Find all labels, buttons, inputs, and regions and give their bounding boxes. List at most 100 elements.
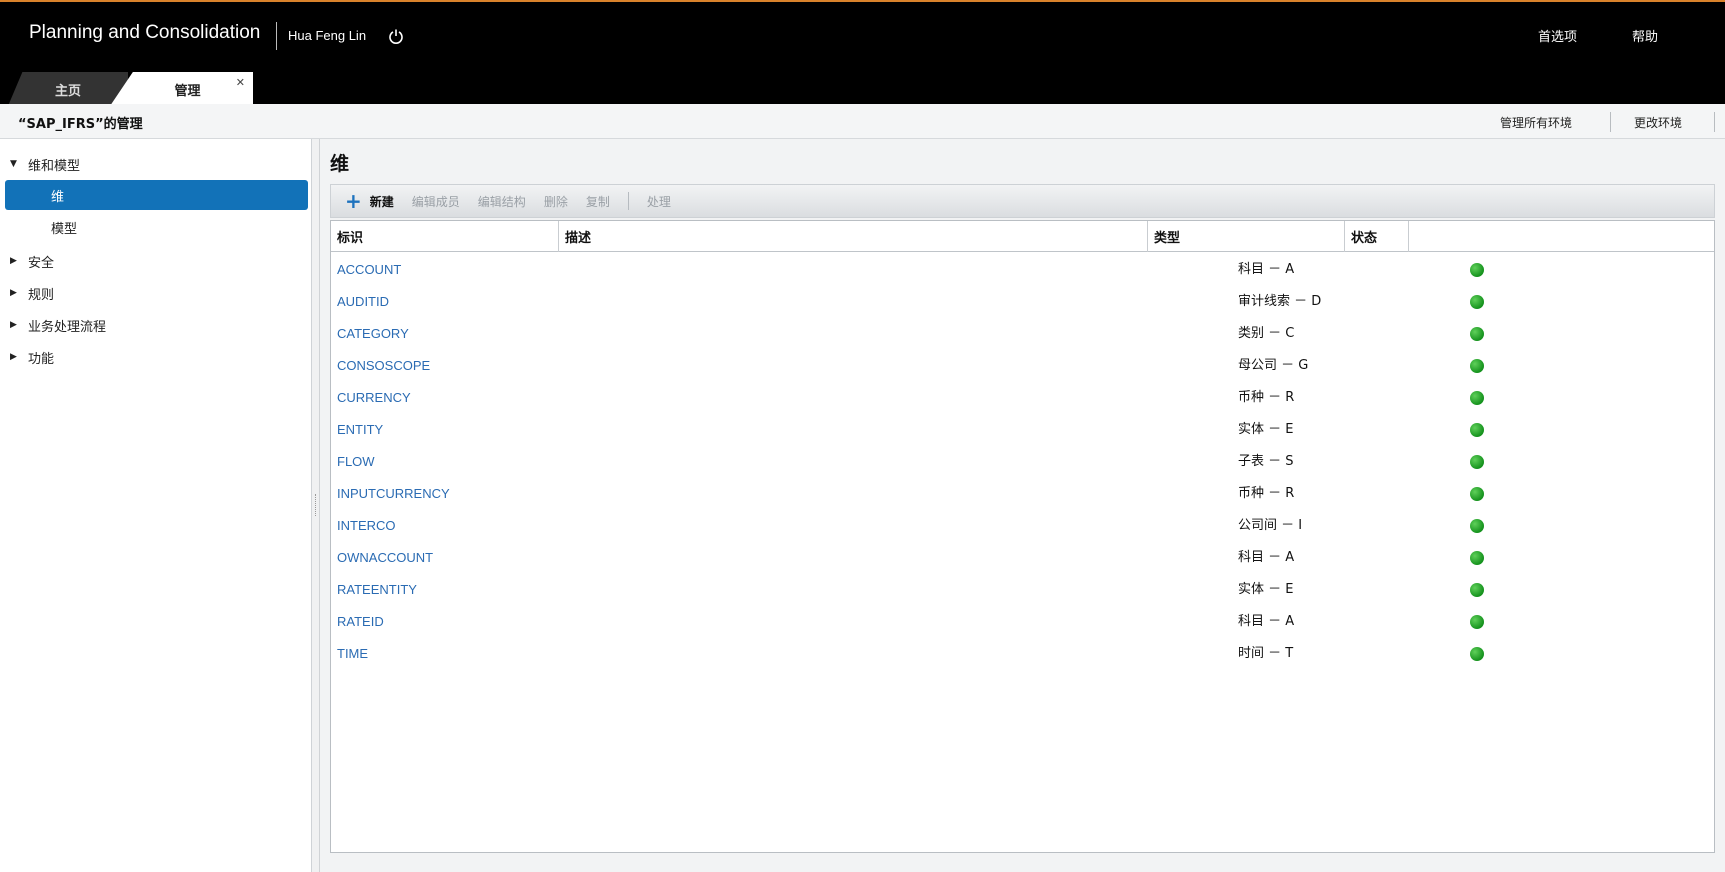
status-ok-icon [1470, 263, 1484, 277]
sidebar-item-label: 维和模型 [28, 158, 81, 174]
table-row[interactable]: CONSOSCOPE 母公司 － G [331, 348, 1714, 380]
page-title: 维 [330, 153, 350, 175]
caret-right-icon: ▶ [10, 256, 17, 266]
dimension-id-link[interactable]: CURRENCY [337, 390, 411, 405]
copy-button[interactable]: 复制 [586, 193, 610, 210]
sidebar-item-label: 模型 [51, 221, 78, 237]
dimension-id-link[interactable]: INTERCO [337, 518, 396, 533]
dimension-type: 子表 － S [1238, 454, 1294, 469]
dimension-type: 类别 － C [1238, 326, 1295, 341]
table-row[interactable]: ACCOUNT 科目 － A [331, 252, 1714, 284]
user-name: Hua Feng Lin [288, 28, 367, 43]
caret-down-icon: ▼ [10, 159, 17, 169]
splitter-grip-icon[interactable] [315, 494, 317, 516]
close-icon[interactable]: ✕ [236, 76, 245, 89]
dimension-id-link[interactable]: CONSOSCOPE [337, 358, 430, 373]
status-ok-icon [1470, 519, 1484, 533]
dimension-type: 母公司 － G [1238, 358, 1309, 373]
new-button-label: 新建 [369, 194, 394, 209]
sidebar-item-business-process-flows[interactable]: ▶ 业务处理流程 [10, 310, 311, 340]
sidebar-item-dimensions[interactable]: 维 [5, 180, 308, 210]
status-ok-icon [1470, 423, 1484, 437]
process-button[interactable]: 处理 [647, 193, 671, 210]
sidebar-item-label: 规则 [28, 287, 55, 303]
table-row[interactable]: ENTITY 实体 － E [331, 412, 1714, 444]
status-ok-icon [1470, 551, 1484, 565]
column-header-description[interactable]: 描述 [559, 221, 1148, 252]
sidebar: ▼ 维和模型 维 模型 ▶ 安全 ▶ 规则 ▶ 业务处理流程 ▶ 功能 [0, 139, 312, 872]
dimension-type: 时间 － T [1238, 646, 1294, 661]
sidebar-item-dimensions-models[interactable]: ▼ 维和模型 [10, 149, 311, 179]
caret-right-icon: ▶ [10, 352, 17, 362]
status-ok-icon [1470, 327, 1484, 341]
new-button[interactable]: + 新建 [345, 191, 394, 211]
caret-right-icon: ▶ [10, 288, 17, 298]
status-ok-icon [1470, 583, 1484, 597]
dimension-id-link[interactable]: TIME [337, 646, 368, 661]
dimension-id-link[interactable]: FLOW [337, 454, 375, 469]
table-row[interactable]: AUDITID 审计线索 － D [331, 284, 1714, 316]
pane-splitter[interactable] [312, 139, 320, 872]
sidebar-item-label: 业务处理流程 [28, 319, 107, 335]
power-icon[interactable] [388, 28, 404, 44]
table-row[interactable]: FLOW 子表 － S [331, 444, 1714, 476]
toolbar: + 新建 编辑成员 编辑结构 删除 复制 处理 [330, 184, 1715, 218]
column-header-type[interactable]: 类型 [1148, 221, 1345, 252]
sidebar-item-rules[interactable]: ▶ 规则 [10, 278, 311, 308]
tab-admin-label: 管理 [174, 83, 201, 99]
dimension-id-link[interactable]: CATEGORY [337, 326, 409, 341]
dimension-type: 公司间 － I [1238, 518, 1303, 533]
caret-right-icon: ▶ [10, 320, 17, 330]
dimensions-table: 标识 描述 类型 状态 ACCOUNT 科目 － A AUDITID 审计线索 － D… [330, 220, 1715, 853]
sidebar-item-models[interactable]: 模型 [5, 212, 308, 242]
tab-home-label: 主页 [54, 83, 81, 99]
dimension-id-link[interactable]: AUDITID [337, 294, 389, 309]
table-row[interactable]: INPUTCURRENCY 币种 － R [331, 476, 1714, 508]
help-link[interactable]: 帮助 [1632, 26, 1658, 45]
table-row[interactable]: CATEGORY 类别 － C [331, 316, 1714, 348]
dimension-type: 审计线索 － D [1238, 294, 1322, 309]
sidebar-item-features[interactable]: ▶ 功能 [10, 342, 311, 372]
dimension-id-link[interactable]: INPUTCURRENCY [337, 486, 450, 501]
dimension-id-link[interactable]: ACCOUNT [337, 262, 401, 277]
status-ok-icon [1470, 359, 1484, 373]
dimension-type: 实体 － E [1238, 582, 1294, 597]
status-ok-icon [1470, 647, 1484, 661]
status-ok-icon [1470, 455, 1484, 469]
sidebar-item-label: 维 [51, 189, 65, 205]
edit-members-button[interactable]: 编辑成员 [412, 193, 460, 210]
environment-title: “SAP_IFRS”的管理 [18, 117, 143, 132]
status-ok-icon [1470, 487, 1484, 501]
app-title: Planning and Consolidation [29, 22, 261, 43]
sub-header-divider [1610, 112, 1611, 132]
table-row[interactable]: RATEENTITY 实体 － E [331, 572, 1714, 604]
table-header: 标识 描述 类型 状态 [331, 221, 1714, 252]
sidebar-item-label: 功能 [28, 351, 55, 367]
dimension-type: 币种 － R [1238, 390, 1295, 405]
sidebar-item-label: 安全 [28, 255, 55, 271]
preferences-link[interactable]: 首选项 [1538, 26, 1577, 45]
table-row[interactable]: OWNACCOUNT 科目 － A [331, 540, 1714, 572]
column-header-id[interactable]: 标识 [331, 221, 559, 252]
delete-button[interactable]: 删除 [544, 193, 568, 210]
change-environment-link[interactable]: 更改环境 [1634, 114, 1682, 131]
status-ok-icon [1470, 615, 1484, 629]
manage-all-environments-link[interactable]: 管理所有环境 [1500, 114, 1572, 131]
tab-home[interactable]: 主页 [8, 72, 128, 106]
dimension-id-link[interactable]: ENTITY [337, 422, 383, 437]
dimension-id-link[interactable]: RATEENTITY [337, 582, 417, 597]
table-row[interactable]: INTERCO 公司间 － I [331, 508, 1714, 540]
dimension-type: 科目 － A [1238, 550, 1295, 565]
table-row[interactable]: CURRENCY 币种 － R [331, 380, 1714, 412]
dimension-id-link[interactable]: RATEID [337, 614, 384, 629]
sidebar-item-security[interactable]: ▶ 安全 [10, 246, 311, 276]
table-row[interactable]: RATEID 科目 － A [331, 604, 1714, 636]
column-header-status[interactable]: 状态 [1345, 221, 1409, 252]
tab-admin[interactable]: 管理 ✕ [110, 72, 253, 106]
dimension-type: 币种 － R [1238, 486, 1295, 501]
edit-structure-button[interactable]: 编辑结构 [478, 193, 526, 210]
table-row[interactable]: TIME 时间 － T [331, 636, 1714, 668]
sub-header-divider [1714, 112, 1715, 132]
dimension-type: 科目 － A [1238, 614, 1295, 629]
dimension-id-link[interactable]: OWNACCOUNT [337, 550, 433, 565]
